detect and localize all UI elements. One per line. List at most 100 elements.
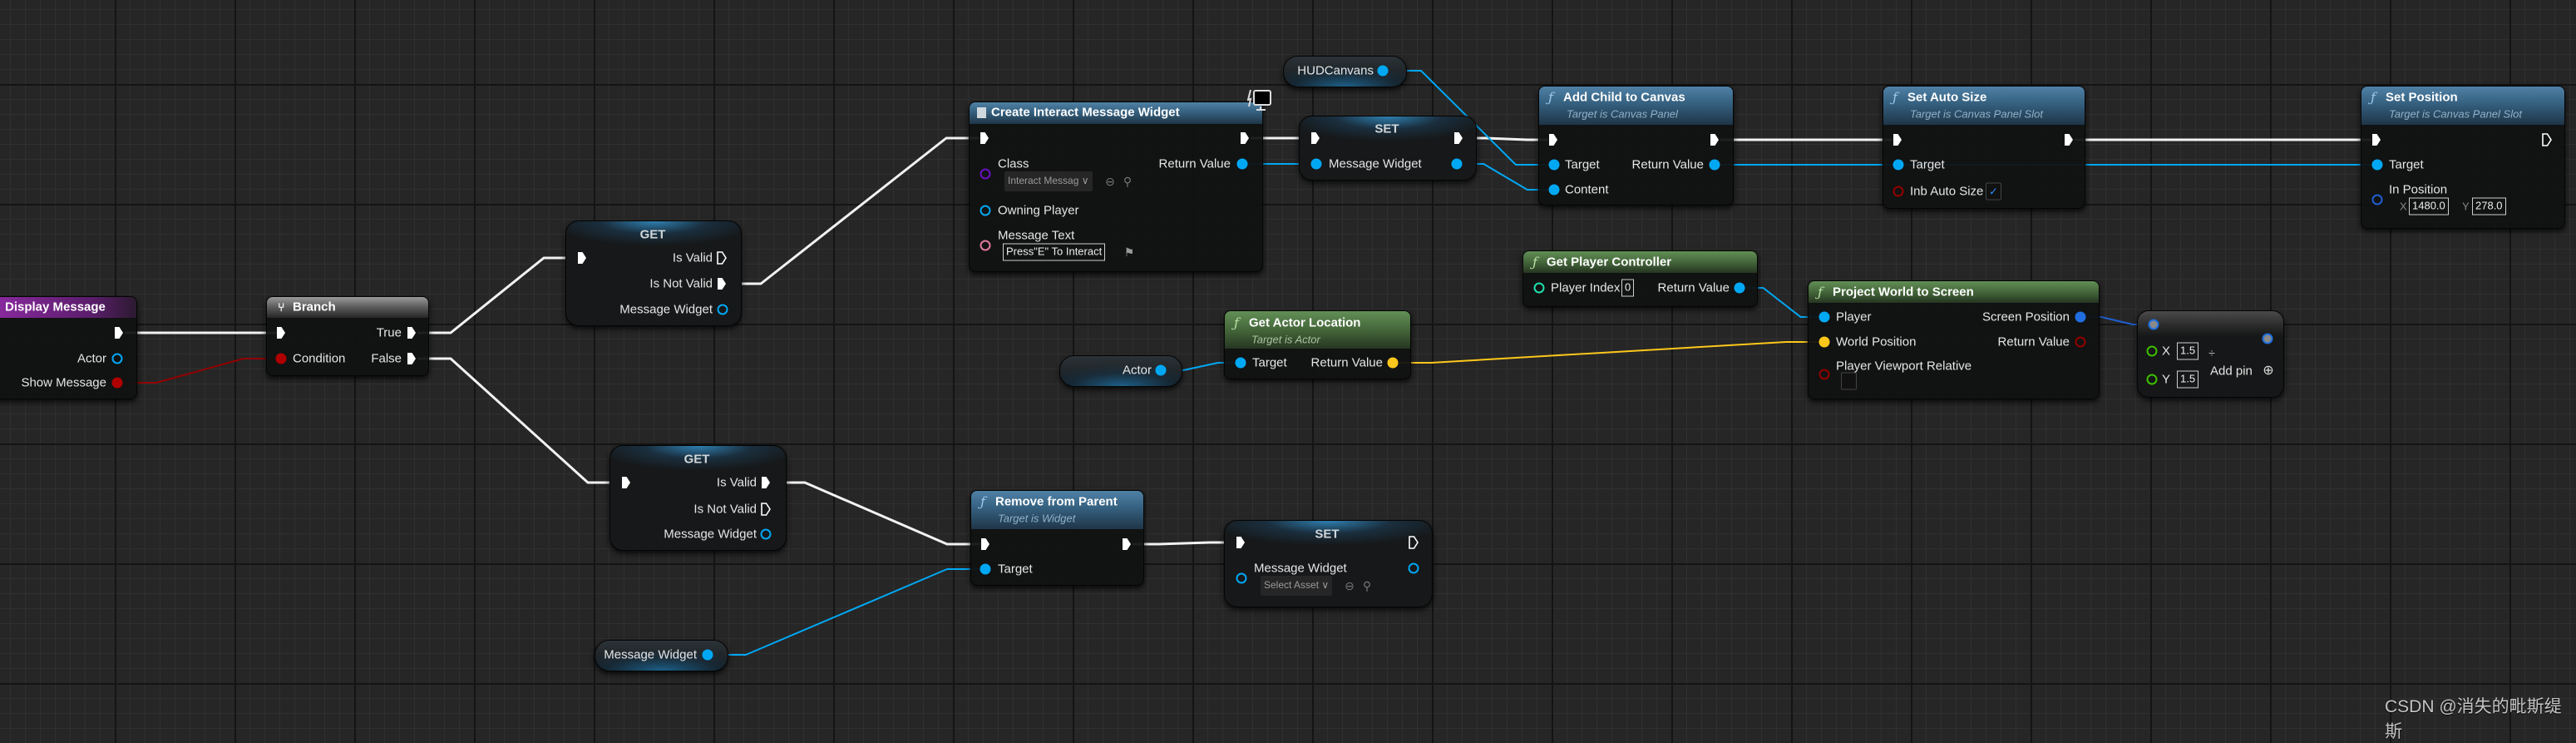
pin-label: Message Widget <box>1329 156 1422 171</box>
owning-player-pin[interactable] <box>980 205 991 216</box>
x-input[interactable]: 1.5 <box>2177 342 2199 360</box>
exec-out-pin[interactable] <box>1710 133 1720 147</box>
y-input[interactable]: 1.5 <box>2177 370 2199 389</box>
return-value-pin[interactable] <box>2075 336 2086 348</box>
node-title: Create Interact Message Widget <box>991 105 1180 120</box>
is-valid-exec-wire[interactable] <box>772 481 980 546</box>
is-not-valid-exec-wire[interactable] <box>728 136 980 285</box>
pin-label: Screen Position <box>1981 310 2070 324</box>
split-icon[interactable]: ÷ <box>2208 347 2215 359</box>
target-pin[interactable] <box>1893 159 1904 171</box>
true-exec-wire[interactable] <box>417 256 577 334</box>
target-pin[interactable] <box>1548 159 1560 171</box>
message-widget-out-pin[interactable] <box>1451 158 1463 170</box>
position-y-input[interactable]: 278.0 <box>2472 197 2506 215</box>
node-title: Get Player Controller <box>1547 255 1672 270</box>
player-viewport-relative-pin[interactable] <box>1818 369 1830 380</box>
pin-label: Show Message <box>21 375 106 390</box>
exec-out-pin[interactable] <box>1453 131 1464 146</box>
world-position-pin[interactable] <box>1818 336 1830 348</box>
screen-position-pin[interactable] <box>2075 311 2086 323</box>
return-value-pin[interactable] <box>1387 357 1399 369</box>
player-pin[interactable] <box>1818 311 1830 323</box>
class-dropdown[interactable]: Interact Messag ∨ <box>1004 171 1093 191</box>
message-widget-in-pin[interactable] <box>1310 158 1322 170</box>
actor-pin[interactable] <box>111 353 123 364</box>
exec-in-pin[interactable] <box>2371 133 2382 147</box>
search-icon[interactable]: ⚲ <box>1363 580 1371 592</box>
use-selected-arrow-icon[interactable]: ⊖ <box>1345 580 1355 592</box>
remove-to-set-exec-wire[interactable] <box>1133 541 1236 546</box>
is-valid-exec-pin[interactable] <box>761 476 772 490</box>
inb-auto-size-checkbox[interactable]: ✓ <box>1986 182 2001 201</box>
message-widget-pin[interactable] <box>760 528 772 540</box>
true-exec-pin[interactable] <box>407 326 417 340</box>
player-viewport-relative-checkbox[interactable] <box>1841 372 1857 390</box>
position-x-input[interactable]: 1480.0 <box>2409 197 2449 215</box>
exec-in-pin[interactable] <box>577 251 588 265</box>
is-valid-exec-pin[interactable] <box>717 251 728 265</box>
false-exec-pin[interactable] <box>407 352 417 366</box>
exec-out-pin[interactable] <box>114 326 125 340</box>
set-to-add-child-exec-wire[interactable] <box>1464 136 1548 141</box>
player-index-input[interactable]: 0 <box>1621 279 1635 297</box>
condition-pin[interactable] <box>275 353 287 364</box>
exec-out-pin[interactable] <box>1409 536 1419 550</box>
localization-flag-icon[interactable]: ⚑ <box>1124 246 1135 258</box>
return-value-pin[interactable] <box>1236 158 1248 170</box>
add-pin-icon[interactable]: ⊕ <box>2263 364 2273 378</box>
target-pin[interactable] <box>2371 159 2383 171</box>
branch-node[interactable] <box>266 296 429 376</box>
search-icon[interactable]: ⚲ <box>1123 176 1132 187</box>
actor-pin[interactable] <box>1155 364 1167 376</box>
target-pin[interactable] <box>1235 357 1246 369</box>
output-pin[interactable] <box>2262 333 2273 344</box>
return-value-pin[interactable] <box>1709 159 1720 171</box>
is-not-valid-exec-pin[interactable] <box>717 277 728 291</box>
input-a-pin[interactable] <box>2148 319 2159 330</box>
message-text-input[interactable]: Press"E" To Interact <box>1003 243 1106 261</box>
exec-out-pin[interactable] <box>2064 133 2075 147</box>
exec-in-pin[interactable] <box>1893 133 1903 147</box>
use-selected-arrow-icon[interactable]: ⊖ <box>1105 176 1115 187</box>
branch-icon: ⑂ <box>278 300 285 314</box>
message-widget-in-pin[interactable] <box>1236 572 1247 584</box>
pin-label: Return Value <box>1310 355 1383 370</box>
exec-in-pin[interactable] <box>1548 133 1559 147</box>
x-pin[interactable] <box>2146 345 2158 357</box>
world-position-wire[interactable] <box>1398 341 1819 364</box>
message-widget-pin[interactable] <box>702 649 713 661</box>
false-exec-wire[interactable] <box>417 357 621 484</box>
asset-dropdown[interactable]: Select Asset ∨ <box>1261 576 1333 596</box>
condition-wire[interactable] <box>123 358 277 384</box>
node-title: GET <box>639 227 666 242</box>
return-value-pin[interactable] <box>1734 282 1745 294</box>
exec-in-pin[interactable] <box>276 326 287 340</box>
monitor-lightning-icon <box>1247 89 1271 111</box>
player-index-pin[interactable] <box>1533 282 1545 294</box>
in-position-pin[interactable] <box>2371 194 2383 206</box>
message-widget-pin[interactable] <box>717 304 728 315</box>
exec-out-pin[interactable] <box>1122 537 1133 552</box>
add-pin-label[interactable]: Add pin <box>2210 365 2253 378</box>
node-title: Project World to Screen <box>1833 285 1974 300</box>
content-pin[interactable] <box>1548 184 1560 196</box>
inb-auto-size-pin[interactable] <box>1893 186 1904 197</box>
exec-in-pin[interactable] <box>621 476 632 490</box>
y-pin[interactable] <box>2146 374 2158 385</box>
exec-in-pin[interactable] <box>980 537 991 552</box>
message-widget-target-wire[interactable] <box>713 568 980 656</box>
hud-canvas-pin[interactable] <box>1377 65 1389 77</box>
exec-in-pin[interactable] <box>1310 131 1321 146</box>
class-pin[interactable] <box>980 168 991 180</box>
is-not-valid-exec-pin[interactable] <box>761 503 772 517</box>
message-text-pin[interactable] <box>980 240 991 251</box>
target-pin[interactable] <box>980 563 991 575</box>
pin-label: Content <box>1565 182 1609 197</box>
exec-out-pin[interactable] <box>2542 133 2553 147</box>
message-widget-out-pin[interactable] <box>1408 562 1419 574</box>
show-message-pin[interactable] <box>111 377 123 389</box>
exec-out-pin[interactable] <box>1240 131 1251 146</box>
exec-in-pin[interactable] <box>980 131 990 146</box>
exec-in-pin[interactable] <box>1236 536 1246 550</box>
